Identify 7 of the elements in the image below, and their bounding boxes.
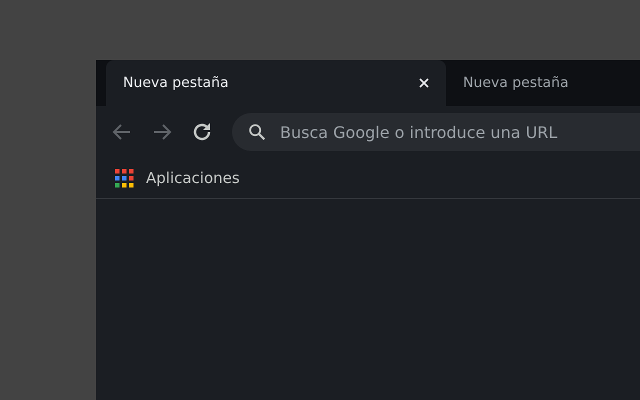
browser-tab[interactable]: Nueva pestaña: [106, 60, 446, 106]
apps-grid-icon: [112, 166, 136, 190]
browser-tab[interactable]: Nueva pestaña: [446, 60, 640, 106]
address-bar[interactable]: Busca Google o introduce una URL: [232, 113, 640, 151]
search-icon: [246, 121, 268, 143]
address-field[interactable]: Busca Google o introduce una URL: [278, 122, 640, 142]
bookmark-item[interactable]: Aplicaciones: [112, 166, 240, 190]
